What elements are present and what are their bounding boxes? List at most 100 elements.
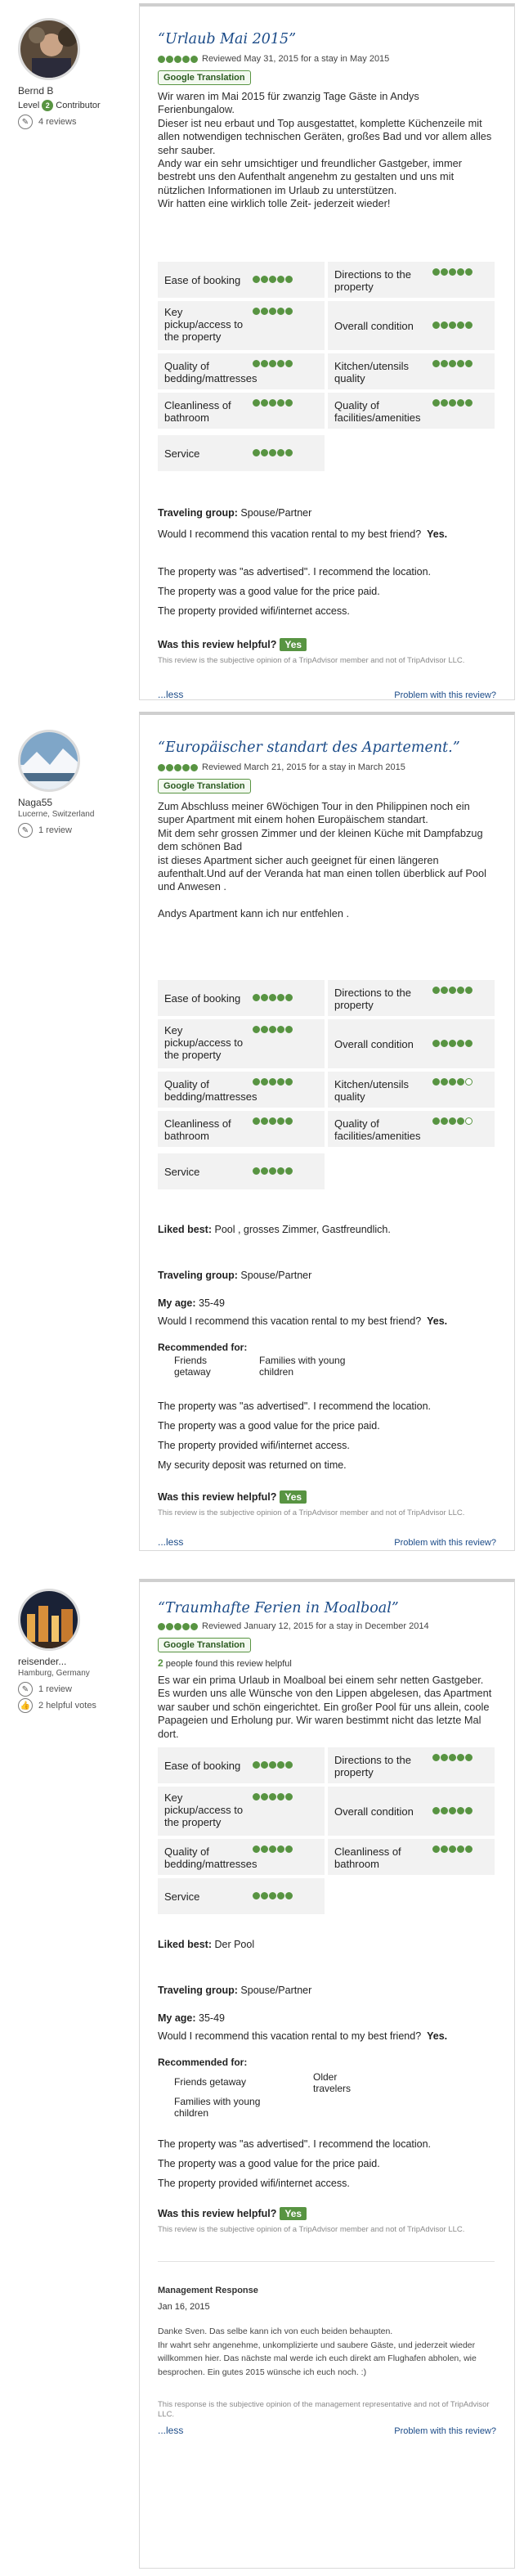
bubble-filled-icon: [277, 360, 284, 367]
review-title[interactable]: “Urlaub Mai 2015”: [158, 31, 296, 47]
bubble-empty-icon: [465, 1117, 472, 1125]
helpful-votes: 👍 2 helpful votes: [18, 1698, 96, 1713]
recommended-for-item: Friends getaway: [174, 2076, 247, 2088]
recommend-question: Would I recommend this vacation rental t…: [158, 2030, 447, 2042]
rating-bubbles: [253, 1167, 293, 1175]
statement: The property was a good value for the pr…: [158, 2158, 380, 2169]
bubble-filled-icon: [253, 1078, 260, 1086]
avatar[interactable]: [18, 1589, 80, 1651]
pencil-icon: ✎: [18, 115, 33, 129]
google-translation-button[interactable]: Google Translation: [158, 779, 251, 793]
bubble-filled-icon: [253, 1845, 260, 1853]
management-response-date: Jan 16, 2015: [158, 2302, 210, 2312]
liked-best-label: Liked best:: [158, 1939, 212, 1950]
bubble-filled-icon: [174, 1622, 181, 1630]
review-title[interactable]: “Traumhafte Ferien in Moalboal”: [158, 1600, 399, 1616]
rating-cell: Key pickup/access to the property: [158, 1787, 325, 1836]
yes-button[interactable]: Yes: [280, 1490, 307, 1504]
rating-cell: Service: [158, 1878, 325, 1914]
rating-label: Overall condition: [334, 319, 414, 332]
traveling-group-label: Traveling group:: [158, 507, 238, 519]
less-link[interactable]: ...less: [158, 1536, 183, 1548]
bubble-filled-icon: [253, 308, 260, 315]
rating-bubbles: [253, 399, 293, 407]
rating-cell: Service: [158, 435, 325, 471]
user-name[interactable]: reisender...: [18, 1656, 66, 1667]
less-link[interactable]: ...less: [158, 2425, 183, 2436]
management-response-text: Danke Sven. Das selbe kann ich von euch …: [158, 2326, 477, 2377]
google-translation-button[interactable]: Google Translation: [158, 70, 251, 85]
bubble-filled-icon: [190, 763, 198, 771]
review-meta: Reviewed May 31, 2015 for a stay in May …: [158, 54, 389, 64]
yes-button[interactable]: Yes: [280, 638, 307, 651]
bubble-filled-icon: [285, 1793, 293, 1801]
bubble-filled-icon: [277, 399, 284, 407]
bubble-filled-icon: [449, 1807, 456, 1814]
bubble-filled-icon: [261, 1117, 268, 1125]
bubble-filled-icon: [269, 1117, 276, 1125]
helpful-row: Was this review helpful? Yes: [158, 638, 307, 651]
bubble-filled-icon: [449, 1845, 456, 1853]
bubble-filled-icon: [253, 1761, 260, 1769]
rating-label: Key pickup/access to the property: [164, 1024, 244, 1061]
user-name[interactable]: Bernd B: [18, 85, 53, 97]
yes-button[interactable]: Yes: [280, 2207, 307, 2220]
bubble-filled-icon: [457, 321, 464, 329]
review-title[interactable]: “Europäischer standart des Apartement.”: [158, 740, 460, 756]
problem-link[interactable]: Problem with this review?: [394, 690, 496, 700]
bubble-filled-icon: [269, 1167, 276, 1175]
rating-cell: Quality of facilities/amenities: [328, 393, 495, 429]
rating-label: Service: [164, 1890, 200, 1903]
bubble-filled-icon: [174, 763, 181, 771]
rating-cell: Cleanliness of bathroom: [328, 1839, 495, 1875]
bubble-filled-icon: [277, 1761, 284, 1769]
rating-cell: Quality of bedding/mattresses: [158, 1839, 325, 1875]
bubble-filled-icon: [277, 1845, 284, 1853]
bubble-filled-icon: [261, 360, 268, 367]
recommend-question: Would I recommend this vacation rental t…: [158, 528, 447, 540]
bubble-filled-icon: [277, 994, 284, 1001]
avatar[interactable]: [18, 730, 80, 792]
bubble-filled-icon: [182, 55, 190, 63]
bubble-filled-icon: [441, 1754, 448, 1761]
bubble-filled-icon: [441, 1117, 448, 1125]
bubble-filled-icon: [269, 1892, 276, 1899]
rating-bubbles: [432, 1040, 472, 1047]
bubble-filled-icon: [457, 1845, 464, 1853]
problem-link[interactable]: Problem with this review?: [394, 1538, 496, 1548]
bubble-filled-icon: [253, 276, 260, 283]
recommend-a: Yes.: [427, 528, 448, 540]
rating-cell: Kitchen/utensils quality: [328, 1072, 495, 1108]
less-link[interactable]: ...less: [158, 689, 183, 700]
review-card: “Urlaub Mai 2015” Reviewed May 31, 2015 …: [139, 3, 515, 700]
bubble-filled-icon: [285, 1167, 293, 1175]
bubble-filled-icon: [277, 1078, 284, 1086]
reviewed-date: Reviewed March 21, 2015 for a stay in Ma…: [202, 762, 405, 772]
rating-label: Directions to the property: [334, 268, 411, 293]
rating-cell: Overall condition: [328, 1019, 495, 1068]
recommended-for-item: Families with young children: [174, 2096, 261, 2119]
age-label: My age:: [158, 2012, 196, 2024]
traveling-group-value: Spouse/Partner: [240, 1270, 312, 1281]
rating-label: Overall condition: [334, 1037, 414, 1050]
rating-bubbles: [432, 321, 472, 329]
rating-label: Ease of booking: [164, 273, 241, 286]
rating-bubbles: [253, 1761, 293, 1769]
rating-label: Ease of booking: [164, 1759, 241, 1772]
problem-link[interactable]: Problem with this review?: [394, 2426, 496, 2436]
traveling-group-value: Spouse/Partner: [240, 1985, 312, 1996]
rating-bubbles: [253, 360, 293, 367]
bubble-filled-icon: [158, 1622, 165, 1630]
rating-label: Cleanliness of bathroom: [164, 399, 231, 424]
rating-cell: Directions to the property: [328, 1747, 495, 1783]
user-name[interactable]: Naga55: [18, 797, 52, 808]
bubble-filled-icon: [261, 399, 268, 407]
google-translation-button[interactable]: Google Translation: [158, 1638, 251, 1652]
recommend-a: Yes.: [427, 1315, 448, 1327]
review-count: ✎ 4 reviews: [18, 115, 76, 129]
rating-bubbles: [253, 449, 293, 456]
bubble-filled-icon: [449, 399, 456, 407]
review-body: Es war ein prima Urlaub in Moalboal bei …: [158, 1674, 492, 1740]
avatar[interactable]: [18, 18, 80, 80]
rating-label: Service: [164, 447, 200, 460]
